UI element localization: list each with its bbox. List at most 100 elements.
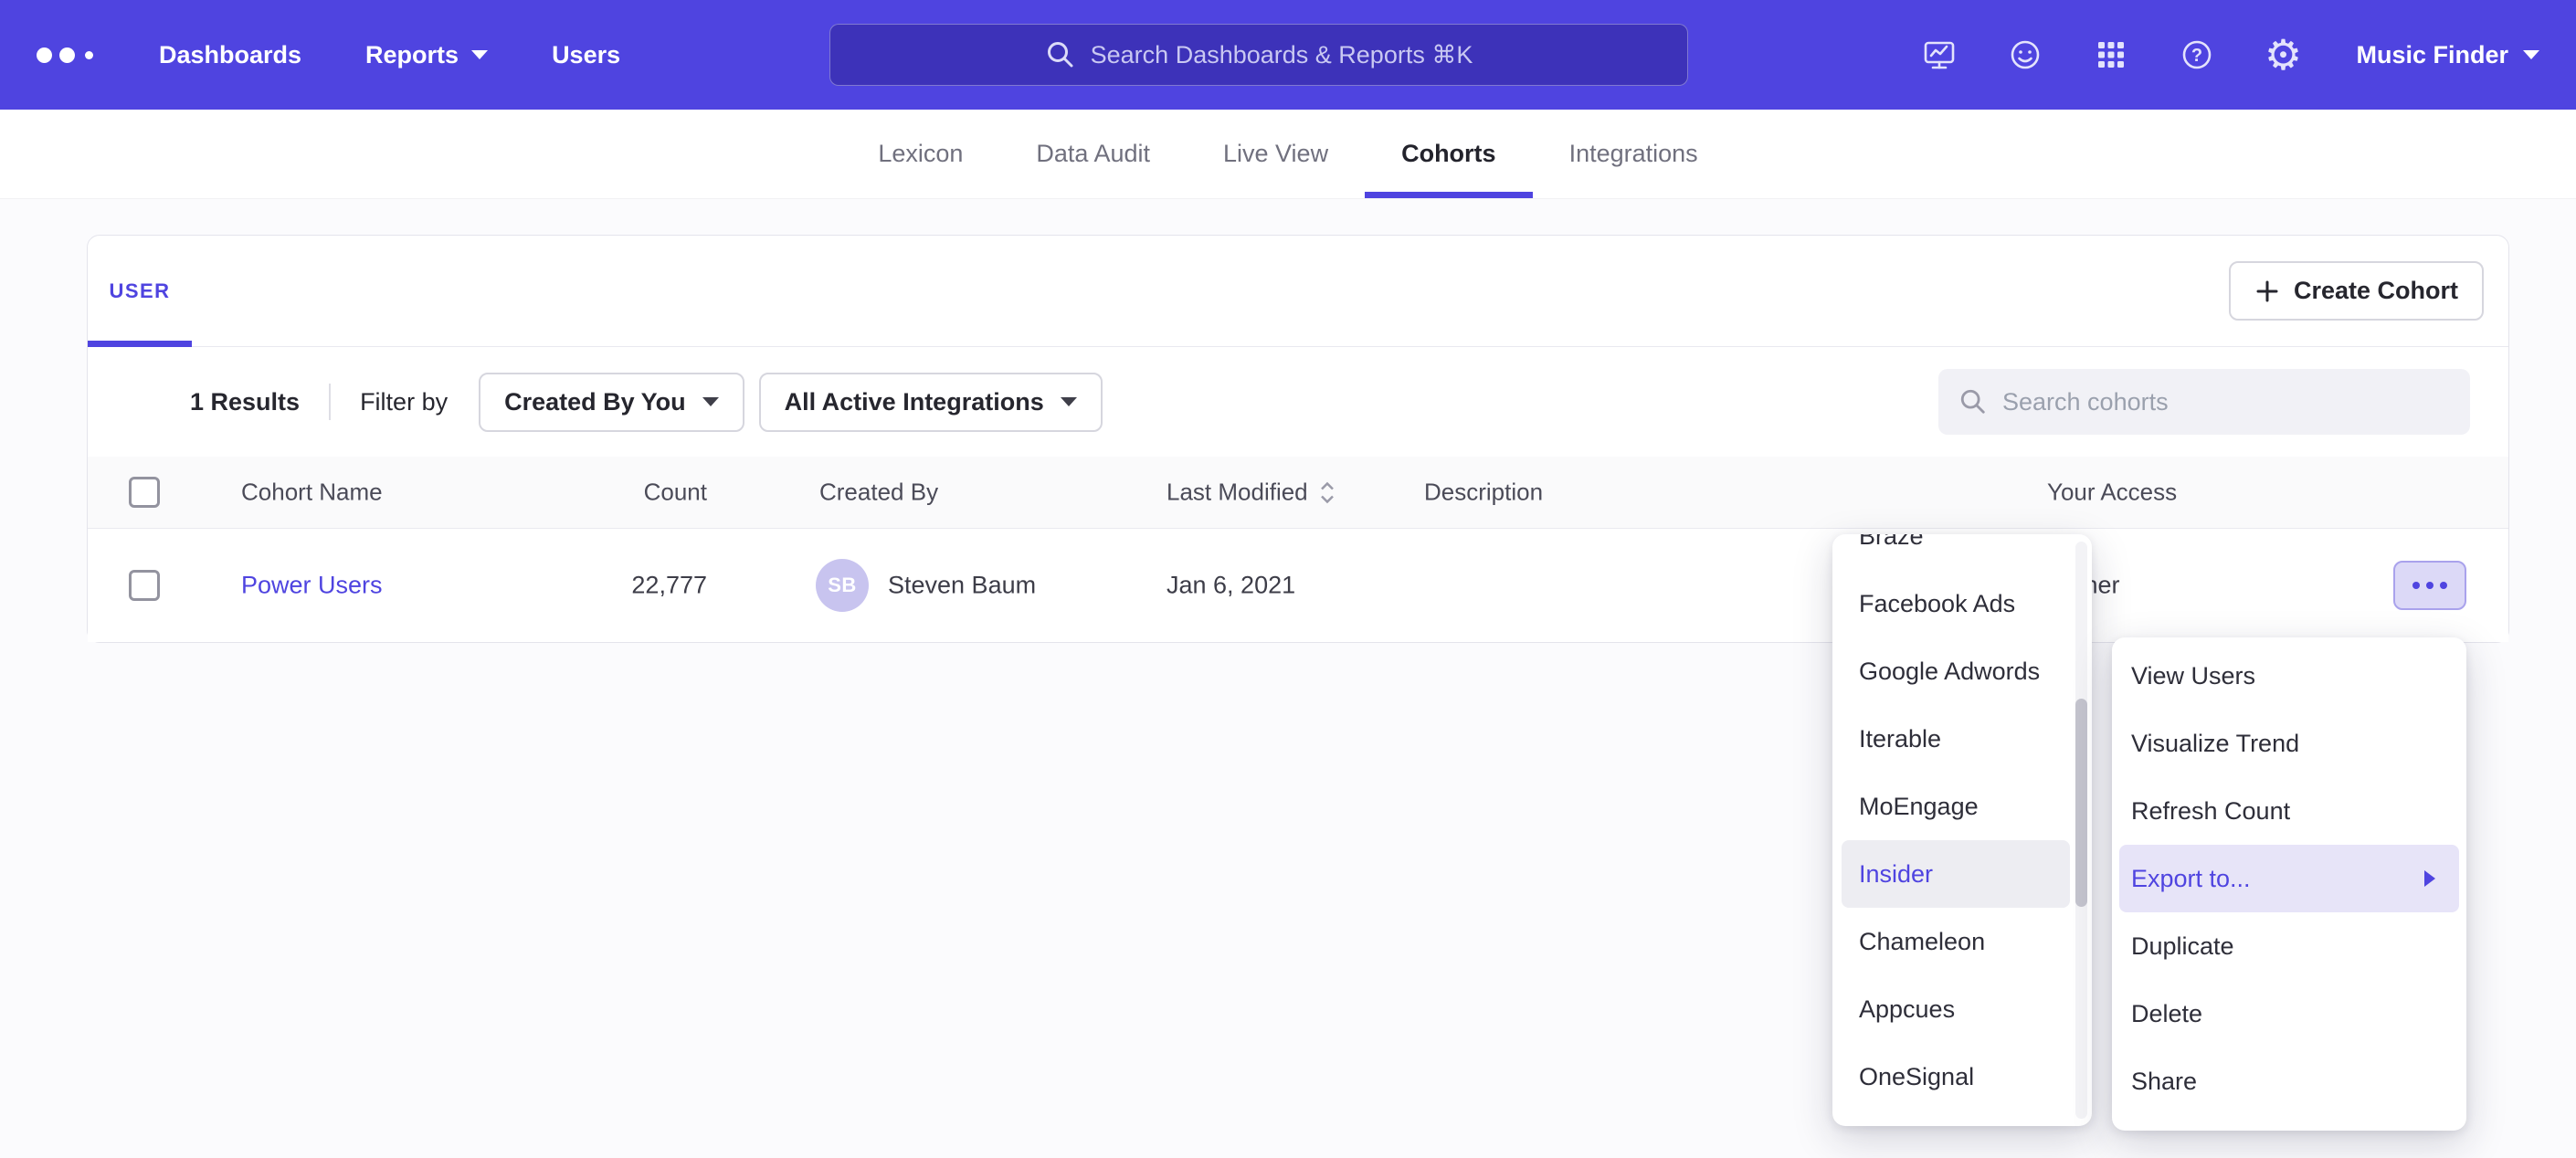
row-checkbox[interactable] — [129, 570, 160, 601]
nav-users[interactable]: Users — [552, 41, 620, 69]
menu-item-label: Facebook Ads — [1859, 590, 2015, 618]
secondary-tabs: Lexicon Data Audit Live View Cohorts Int… — [0, 110, 2576, 199]
menu-item-delete[interactable]: Delete — [2119, 980, 2459, 1047]
menu-item-label: Share — [2131, 1068, 2197, 1096]
tab-user[interactable]: USER — [88, 236, 192, 346]
nav-dashboards-label: Dashboards — [159, 41, 301, 69]
menu-item-moengage[interactable]: MoEngage — [1842, 773, 2070, 840]
tab-integrations-label: Integrations — [1569, 140, 1698, 168]
apps-grid-icon[interactable] — [2091, 35, 2131, 75]
search-icon — [1958, 387, 1988, 416]
menu-item-braze[interactable]: Braze — [1842, 534, 2070, 570]
screen: Dashboards Reports Users Search Dashboar… — [0, 0, 2576, 1158]
integrations-filter-dropdown[interactable]: All Active Integrations — [759, 373, 1103, 432]
create-cohort-button[interactable]: Create Cohort — [2229, 261, 2484, 321]
cohort-search-input[interactable] — [2002, 388, 2450, 416]
workspace-menu[interactable]: Music Finder — [2356, 41, 2539, 69]
nav-dashboards[interactable]: Dashboards — [159, 41, 301, 69]
global-search-input[interactable]: Search Dashboards & Reports ⌘K — [829, 24, 1688, 86]
menu-item-refresh-count[interactable]: Refresh Count — [2119, 777, 2459, 845]
monitor-icon[interactable] — [1919, 35, 1959, 75]
menu-item-label: Google Adwords — [1859, 658, 2040, 686]
select-all-checkbox[interactable] — [129, 477, 160, 508]
menu-item-label: Refresh Count — [2131, 797, 2290, 826]
tab-cohorts[interactable]: Cohorts — [1401, 110, 1496, 198]
tab-lexicon[interactable]: Lexicon — [878, 110, 963, 198]
cohort-count: 22,777 — [526, 572, 707, 600]
integrations-filter-label: All Active Integrations — [785, 388, 1044, 416]
menu-item-duplicate[interactable]: Duplicate — [2119, 912, 2459, 980]
cohort-name-link[interactable]: Power Users — [241, 572, 383, 600]
filter-row: 1 Results Filter by Created By You All A… — [88, 347, 2508, 457]
row-actions-menu: View Users Visualize Trend Refresh Count… — [2112, 637, 2466, 1131]
caret-down-icon — [1061, 397, 1077, 406]
created-by-name: Steven Baum — [888, 572, 1036, 600]
menu-item-iterable[interactable]: Iterable — [1842, 705, 2070, 773]
menu-item-onesignal[interactable]: OneSignal — [1842, 1043, 2070, 1111]
caret-down-icon — [471, 50, 488, 59]
export-destinations-list: Braze Facebook Ads Google Adwords Iterab… — [1832, 534, 2092, 1111]
menu-item-facebook-ads[interactable]: Facebook Ads — [1842, 570, 2070, 637]
menu-item-view-users[interactable]: View Users — [2119, 642, 2459, 710]
help-icon[interactable]: ? — [2177, 35, 2217, 75]
header-last-modified[interactable]: Last Modified — [1167, 479, 1337, 507]
results-count: 1 Results — [190, 388, 300, 416]
tab-live-view[interactable]: Live View — [1223, 110, 1328, 198]
plus-icon — [2254, 279, 2280, 304]
mixpanel-dots-logo[interactable] — [37, 47, 93, 63]
header-cohort-name: Cohort Name — [241, 479, 383, 507]
table-row[interactable]: Power Users 22,777 SB Steven Baum Jan 6,… — [88, 529, 2508, 642]
gear-glyph: ⚙ — [2265, 34, 2302, 76]
cohorts-card: USER Create Cohort 1 Results Filter by C… — [87, 235, 2509, 643]
workspace-label: Music Finder — [2356, 41, 2508, 69]
avatar-initials: SB — [828, 574, 857, 597]
submenu-scrollbar-thumb[interactable] — [2075, 699, 2087, 907]
menu-item-google-adwords[interactable]: Google Adwords — [1842, 637, 2070, 705]
menu-item-share[interactable]: Share — [2119, 1047, 2459, 1115]
top-navbar: Dashboards Reports Users Search Dashboar… — [0, 0, 2576, 110]
nav-reports[interactable]: Reports — [365, 41, 488, 69]
menu-item-label: OneSignal — [1859, 1063, 1974, 1091]
avatar: SB — [816, 559, 869, 612]
menu-item-visualize-trend[interactable]: Visualize Trend — [2119, 710, 2459, 777]
menu-item-insider[interactable]: Insider — [1842, 840, 2070, 908]
caret-down-icon — [702, 397, 719, 406]
sort-icon[interactable] — [1317, 479, 1337, 506]
ellipsis-dot — [2426, 582, 2433, 589]
primary-nav: Dashboards Reports Users — [159, 41, 620, 69]
navbar-right-cluster: ? ⚙ Music Finder — [1919, 0, 2539, 110]
table-header-row: Cohort Name Count Created By Last Modifi… — [88, 457, 2508, 529]
logo-dot — [37, 47, 52, 63]
filter-by-label: Filter by — [360, 388, 448, 416]
menu-item-label: Visualize Trend — [2131, 730, 2299, 758]
settings-gear-icon[interactable]: ⚙ — [2263, 35, 2303, 75]
menu-item-chameleon[interactable]: Chameleon — [1842, 908, 2070, 975]
created-by-filter-dropdown[interactable]: Created By You — [479, 373, 744, 432]
caret-down-icon — [2523, 50, 2539, 59]
global-search-placeholder: Search Dashboards & Reports ⌘K — [1091, 41, 1473, 69]
created-by-filter-label: Created By You — [504, 388, 686, 416]
tab-integrations[interactable]: Integrations — [1569, 110, 1698, 198]
menu-item-export-to[interactable]: Export to... — [2119, 845, 2459, 912]
tab-user-label: USER — [109, 279, 170, 303]
menu-item-appcues[interactable]: Appcues — [1842, 975, 2070, 1043]
export-destinations-submenu: Braze Facebook Ads Google Adwords Iterab… — [1832, 534, 2092, 1126]
menu-item-label: Braze — [1859, 534, 1924, 551]
tab-cohorts-label: Cohorts — [1401, 140, 1496, 168]
tab-lexicon-label: Lexicon — [878, 140, 963, 168]
cohort-search[interactable] — [1938, 369, 2470, 435]
search-icon — [1045, 39, 1076, 70]
row-actions-ellipsis-button[interactable] — [2393, 561, 2466, 610]
last-modified-date: Jan 6, 2021 — [1167, 572, 1295, 600]
feedback-smiley-icon[interactable] — [2005, 35, 2045, 75]
svg-text:?: ? — [2191, 46, 2202, 66]
header-created-by: Created By — [819, 479, 938, 507]
nav-users-label: Users — [552, 41, 620, 69]
vertical-divider — [329, 384, 331, 420]
menu-item-label: MoEngage — [1859, 793, 1979, 821]
menu-item-label: Chameleon — [1859, 928, 1985, 956]
menu-item-label: Insider — [1859, 860, 1933, 889]
nav-reports-label: Reports — [365, 41, 459, 69]
menu-item-label: Duplicate — [2131, 932, 2234, 961]
tab-data-audit[interactable]: Data Audit — [1036, 110, 1150, 198]
